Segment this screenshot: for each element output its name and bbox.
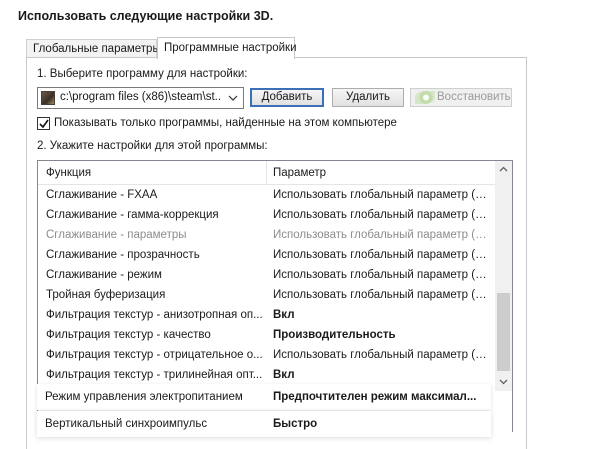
settings-rows: Сглаживание - FXAA Использовать глобальн… [38,185,495,385]
add-program-button[interactable]: Добавить [250,88,324,107]
table-row[interactable]: Фильтрация текстур - качество Производит… [38,325,495,345]
remove-program-button[interactable]: Удалить [332,88,404,107]
table-row[interactable]: Сглаживание - FXAA Использовать глобальн… [38,185,495,205]
restore-button[interactable]: Восстановить [410,88,512,107]
row-feature: Фильтрация текстур - анизотропная оп... [46,309,263,321]
table-row[interactable]: Сглаживание - прозрачность Использовать … [38,245,495,265]
row-feature: Сглаживание - гамма-коррекция [46,209,219,221]
row-value: Использовать глобальный параметр (У... [273,269,489,281]
scroll-up-icon[interactable] [495,161,512,178]
scroll-down-icon[interactable] [495,373,512,390]
row-value: Производительность [273,329,396,341]
nvidia-logo-icon [415,91,435,104]
select-program-label: 1. Выберите программу для настройки: [37,68,248,80]
table-row[interactable]: Сглаживание - режим Использовать глобаль… [38,265,495,285]
restore-button-label: Восстановить [437,91,511,103]
grid-header: Функция Параметр [38,161,495,185]
settings-section-label: 2. Укажите настройки для этой программы: [37,140,268,152]
column-header-setting[interactable]: Параметр [267,161,495,185]
row-feature: Сглаживание - режим [46,269,162,281]
checkbox-label: Показывать только программы, найденные н… [54,117,397,129]
row-value: Предпочтителен режим максимал... [273,391,477,403]
row-feature: Режим управления электропитанием [45,391,243,403]
row-value: Вкл [273,309,295,321]
row-feature: Вертикальный синхроимпульс [45,418,208,430]
tab-global-settings[interactable]: Глобальные параметры [26,39,161,58]
highlighted-row-power-mode[interactable]: Режим управления электропитанием Предпоч… [37,384,491,410]
program-icon [41,91,55,105]
row-value: Использовать глобальный параметр (В... [273,249,489,261]
row-value: Использовать глобальный параметр (В... [273,189,489,201]
chevron-down-icon [228,95,238,101]
table-row[interactable]: Фильтрация текстур - отрицательное о... … [38,345,495,365]
row-feature: Фильтрация текстур - трилинейная опт... [46,369,263,381]
row-value: Использовать глобальный параметр (В... [273,289,489,301]
program-dropdown[interactable]: c:\program files (x86)\steam\st... [37,87,244,109]
highlighted-row-vsync[interactable]: Вертикальный синхроимпульс Быстро [37,411,491,437]
table-row[interactable]: Сглаживание - параметры Использовать гло… [38,225,495,245]
page-title: Использовать следующие настройки 3D. [18,9,274,23]
row-value: Использовать глобальный параметр (Вкл) [273,209,489,221]
program-dropdown-value: c:\program files (x86)\steam\st... [60,91,220,103]
row-value: Использовать глобальный параметр (Р... [273,349,489,361]
vertical-scrollbar[interactable] [495,161,512,391]
row-feature: Сглаживание - FXAA [46,189,158,201]
column-header-feature[interactable]: Функция [38,161,267,185]
row-feature: Сглаживание - прозрачность [46,249,200,261]
row-feature: Сглаживание - параметры [46,229,187,241]
row-feature: Фильтрация текстур - качество [46,329,211,341]
checkbox-checked-icon[interactable] [37,117,50,130]
table-row[interactable]: Тройная буферизация Использовать глобаль… [38,285,495,305]
table-row[interactable]: Фильтрация текстур - анизотропная оп... … [38,305,495,325]
row-value: Использовать глобальный параметр (У... [273,229,489,241]
table-row[interactable]: Сглаживание - гамма-коррекция Использова… [38,205,495,225]
row-feature: Тройная буферизация [46,289,166,301]
row-feature: Фильтрация текстур - отрицательное о... [46,349,263,361]
row-value: Вкл [273,369,295,381]
row-value: Быстро [273,418,318,430]
scrollbar-thumb[interactable] [497,293,510,371]
tab-program-settings[interactable]: Программные настройки [157,37,297,59]
table-row[interactable]: Фильтрация текстур - трилинейная опт... … [38,365,495,385]
